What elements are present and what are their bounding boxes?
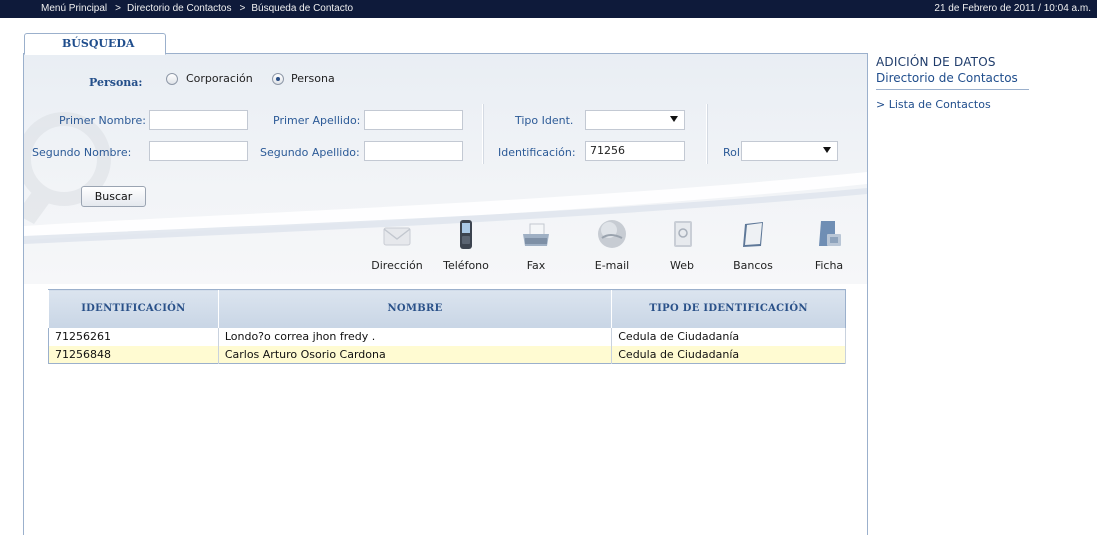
tipo-ident-label: Tipo Ident.	[515, 114, 574, 127]
sidebar-subtitle: Directorio de Contactos	[876, 71, 1029, 90]
sidebar-title: ADICIÓN DE DATOS	[876, 55, 996, 69]
cell-tipo: Cedula de Ciudadanía	[611, 327, 846, 346]
column-header-nombre[interactable]: NOMBRE	[217, 289, 612, 328]
folder-icon	[819, 221, 841, 246]
breadcrumb-item-directorio[interactable]: Directorio de Contactos	[127, 3, 232, 14]
web-book-icon	[674, 221, 692, 247]
results-table: IDENTIFICACIÓN NOMBRE TIPO DE IDENTIFICA…	[48, 289, 846, 364]
radio-persona[interactable]	[272, 73, 284, 85]
cell-identificacion: 71256261	[48, 327, 219, 346]
persona-label: Persona:	[89, 76, 143, 89]
toolbar-label-telefono: Teléfono	[443, 259, 489, 272]
radio-corporacion-label[interactable]: Corporación	[186, 72, 253, 85]
envelope-icon	[383, 227, 411, 246]
breadcrumb: Menú Principal > Directorio de Contactos > B…	[41, 0, 353, 18]
breadcrumb-item-busqueda[interactable]: Búsqueda de Contacto	[251, 3, 353, 14]
table-row[interactable]: 71256848 Carlos Arturo Osorio Cardona Ce…	[48, 345, 846, 364]
top-bar: Menú Principal > Directorio de Contactos > B…	[0, 0, 1097, 18]
magnifier-watermark-icon	[24, 112, 111, 224]
segundo-nombre-label: Segundo Nombre:	[32, 146, 132, 159]
chevron-down-icon	[823, 147, 831, 153]
datetime-label: 21 de Febrero de 2011 / 10:04 a.m.	[934, 3, 1091, 14]
lista-de-contactos-link[interactable]: > Lista de Contactos	[876, 98, 1029, 111]
toolbar-item-web[interactable]: Web	[656, 218, 708, 274]
toolbar-item-ficha[interactable]: Ficha	[803, 218, 855, 274]
chevron-down-icon	[670, 116, 678, 122]
identificacion-input[interactable]: 71256	[585, 141, 685, 161]
radio-persona-label[interactable]: Persona	[291, 72, 335, 85]
cell-nombre: Londo?o correa jhon fredy .	[218, 327, 613, 346]
sidebar: ADICIÓN DE DATOS Directorio de Contactos…	[876, 55, 1029, 111]
globe-icon	[598, 220, 626, 248]
toolbar-item-bancos[interactable]: Bancos	[727, 218, 779, 274]
segundo-apellido-input[interactable]	[364, 141, 463, 161]
table-header-row: IDENTIFICACIÓN NOMBRE TIPO DE IDENTIFICA…	[48, 289, 846, 328]
cell-nombre: Carlos Arturo Osorio Cardona	[218, 345, 613, 364]
toolbar-label-email: E-mail	[594, 259, 630, 272]
field-divider	[706, 104, 707, 164]
breadcrumb-item-menu-principal[interactable]: Menú Principal	[41, 3, 107, 14]
toolbar-label-bancos: Bancos	[733, 259, 773, 272]
cell-tipo: Cedula de Ciudadanía	[611, 345, 846, 364]
tipo-ident-select[interactable]	[585, 110, 685, 130]
fax-icon	[523, 223, 549, 246]
primer-apellido-label: Primer Apellido:	[273, 114, 361, 127]
primer-nombre-label: Primer Nombre:	[59, 114, 146, 127]
identificacion-label: Identificación:	[498, 146, 576, 159]
primer-apellido-input[interactable]	[364, 110, 463, 130]
phone-icon	[460, 220, 472, 249]
toolbar-item-fax[interactable]: Fax	[510, 218, 562, 274]
breadcrumb-separator: >	[239, 3, 246, 14]
toolbar-label-fax: Fax	[526, 259, 546, 272]
toolbar-item-telefono[interactable]: Teléfono	[440, 218, 492, 274]
notebook-icon	[743, 222, 763, 247]
cell-identificacion: 71256848	[48, 345, 219, 364]
toolbar-item-direccion[interactable]: Dirección	[371, 218, 423, 274]
rol-select[interactable]	[741, 141, 838, 161]
field-divider	[482, 104, 483, 164]
radio-corporacion[interactable]	[166, 73, 178, 85]
buscar-button[interactable]: Buscar	[81, 186, 146, 207]
segundo-apellido-label: Segundo Apellido:	[260, 146, 360, 159]
table-row[interactable]: 71256261 Londo?o correa jhon fredy . Ced…	[48, 327, 846, 346]
tab-busqueda-label: BÚSQUEDA	[62, 37, 135, 50]
toolbar-label-direccion: Dirección	[371, 259, 423, 272]
primer-nombre-input[interactable]	[149, 110, 248, 130]
tab-busqueda[interactable]: BÚSQUEDA	[24, 33, 166, 55]
toolbar-label-web: Web	[670, 259, 694, 272]
segundo-nombre-input[interactable]	[149, 141, 248, 161]
toolbar-label-ficha: Ficha	[814, 259, 844, 272]
toolbar-item-email[interactable]: E-mail	[586, 218, 638, 274]
column-header-identificacion[interactable]: IDENTIFICACIÓN	[48, 289, 219, 328]
column-header-tipo-identificacion[interactable]: TIPO DE IDENTIFICACIÓN	[611, 289, 846, 328]
breadcrumb-separator: >	[115, 3, 121, 14]
